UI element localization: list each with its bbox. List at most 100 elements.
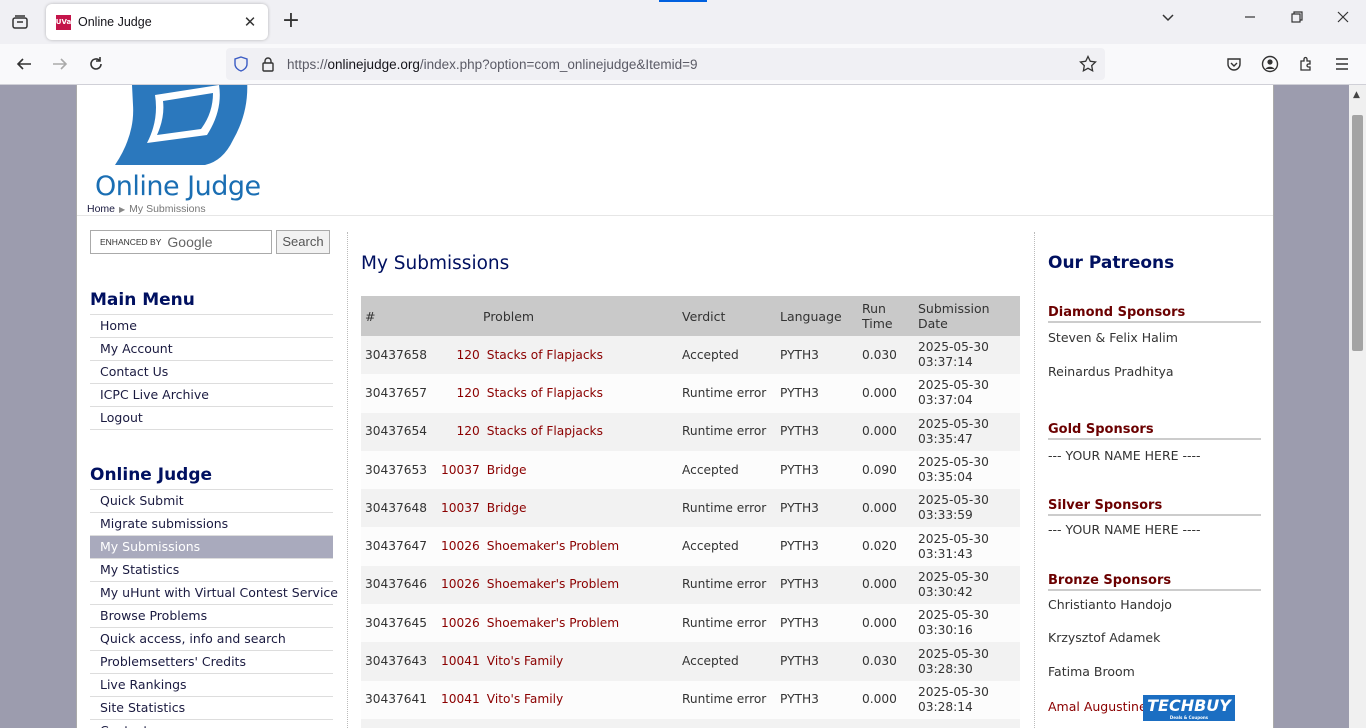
scrollbar-thumb[interactable]: [1352, 115, 1363, 351]
header-submission-date: Submission Date: [914, 296, 1020, 336]
cell-submission-date: 2025-05-30 03:30:16: [914, 604, 1020, 643]
cell-verdict: Runtime error: [678, 604, 776, 643]
lock-icon[interactable]: [261, 56, 275, 72]
menu-hamburger-icon[interactable]: [1329, 52, 1355, 76]
cell-problem-name[interactable]: Vito's Family: [482, 642, 678, 681]
cell-problem-number[interactable]: 10041: [437, 642, 483, 681]
minimize-icon[interactable]: [1238, 10, 1262, 28]
cell-problem-number[interactable]: 10037: [437, 450, 483, 490]
menu-item-uhunt[interactable]: My uHunt with Virtual Contest Service: [90, 582, 338, 605]
submissions-body: 30437658 120 Stacks of Flapjacks Accepted PY…: [361, 336, 1020, 728]
window-close-icon[interactable]: [1331, 10, 1355, 28]
cell-problem-name[interactable]: Bridge: [482, 489, 678, 528]
menu-item-browse-problems[interactable]: Browse Problems: [90, 605, 333, 628]
menu-item-contests[interactable]: Contests: [90, 720, 333, 728]
menu-item-quick-access[interactable]: Quick access, info and search: [90, 628, 333, 651]
cell-problem-name[interactable]: Vito's Family: [482, 680, 678, 719]
cell-problem-name[interactable]: Shoemaker's Problem: [482, 604, 678, 643]
google-search-input[interactable]: ENHANCED BY Google: [90, 230, 272, 254]
cell-problem-name[interactable]: Stacks of Flapjacks: [482, 412, 678, 451]
forward-arrow-icon[interactable]: [47, 52, 73, 76]
cell-problem-name[interactable]: [482, 718, 678, 728]
pocket-icon[interactable]: [1221, 52, 1247, 76]
browser-tab-bar: UVa Online Judge ✕ +: [0, 0, 1366, 44]
cell-problem-name[interactable]: Shoemaker's Problem: [482, 565, 678, 605]
cell-submission-date: 2025-05-30 03:37:14: [914, 336, 1020, 375]
menu-item-site-statistics[interactable]: Site Statistics: [90, 697, 333, 720]
menu-item-problemsetters-credits[interactable]: Problemsetters' Credits: [90, 651, 333, 674]
reload-icon[interactable]: [83, 52, 109, 76]
extensions-icon[interactable]: [1293, 52, 1319, 76]
cell-verdict: Accepted: [678, 450, 776, 490]
page-title: My Submissions: [361, 253, 510, 274]
cell-run-time: 0.000: [858, 680, 914, 719]
tracking-shield-icon[interactable]: [233, 56, 249, 72]
cell-language: PYTH3: [776, 489, 858, 528]
account-icon[interactable]: [1257, 52, 1283, 76]
chevron-down-icon[interactable]: [1156, 10, 1180, 28]
address-bar[interactable]: https://onlinejudge.org/index.php?option…: [226, 48, 1105, 80]
tab-title: Online Judge: [78, 15, 152, 29]
bronze-sponsor-link[interactable]: Amal Augustine: [1048, 699, 1147, 714]
cell-problem-number[interactable]: 10026: [437, 527, 483, 566]
cell-submission-date: 2025-05-30 03:31:43: [914, 527, 1020, 566]
cell-problem-number[interactable]: 120: [437, 412, 483, 451]
cell-run-time: 0.000: [858, 604, 914, 643]
menu-item-logout[interactable]: Logout: [90, 407, 333, 430]
cell-submission-date: 2025-05-30 03:30:42: [914, 565, 1020, 605]
cell-problem-number[interactable]: [437, 718, 483, 728]
menu-item-my-submissions[interactable]: My Submissions: [90, 536, 333, 559]
scroll-up-arrow-icon[interactable]: ▲: [1353, 90, 1360, 100]
diamond-sponsors-title: Diamond Sponsors: [1048, 305, 1261, 323]
menu-item-my-account[interactable]: My Account: [90, 338, 333, 361]
silver-sponsor: --- YOUR NAME HERE ----: [1048, 522, 1201, 537]
breadcrumb-home-link[interactable]: Home: [87, 203, 115, 215]
cell-problem-name[interactable]: Stacks of Flapjacks: [482, 374, 678, 413]
breadcrumb-current: My Submissions: [129, 203, 206, 215]
table-row: 30437645 10026 Shoemaker's Problem Runtime …: [361, 604, 1020, 643]
menu-item-contact-us[interactable]: Contact Us: [90, 361, 333, 384]
page-scrollbar[interactable]: ▲: [1349, 85, 1366, 728]
cell-problem-name[interactable]: Stacks of Flapjacks: [482, 336, 678, 375]
cell-problem-name[interactable]: Bridge: [482, 450, 678, 490]
url-text[interactable]: https://onlinejudge.org/index.php?option…: [287, 57, 1079, 72]
cell-language: PYTH3: [776, 604, 858, 643]
cell-submission-id: 30437658: [361, 336, 437, 375]
cell-run-time: 0.030: [858, 336, 914, 375]
table-row: 2025-05-30: [361, 718, 1020, 728]
cell-problem-number[interactable]: 10037: [437, 489, 483, 528]
menu-item-quick-submit[interactable]: Quick Submit: [90, 490, 333, 513]
table-row: 30437641 10041 Vito's Family Runtime error P…: [361, 680, 1020, 719]
bronze-sponsor: Christianto Handojo: [1048, 597, 1172, 612]
menu-item-icpc-live-archive[interactable]: ICPC Live Archive: [90, 384, 333, 407]
menu-item-home[interactable]: Home: [90, 315, 333, 338]
table-row: 30437654 120 Stacks of Flapjacks Runtime er…: [361, 412, 1020, 451]
cell-verdict: Accepted: [678, 336, 776, 375]
cell-problem-number[interactable]: 120: [437, 336, 483, 375]
header-id: #: [361, 296, 437, 336]
back-arrow-icon[interactable]: [11, 52, 37, 76]
cell-problem-number[interactable]: 120: [437, 374, 483, 413]
header-verdict: Verdict: [678, 296, 776, 336]
menu-item-migrate-submissions[interactable]: Migrate submissions: [90, 513, 333, 536]
tab-close-icon[interactable]: ✕: [240, 13, 260, 31]
online-judge-logo[interactable]: [95, 85, 255, 185]
cell-language: PYTH3: [776, 450, 858, 490]
browser-tab[interactable]: UVa Online Judge ✕: [46, 4, 268, 40]
tab-list-icon[interactable]: [8, 11, 32, 33]
cell-verdict: [678, 718, 776, 728]
cell-submission-id: 30437653: [361, 450, 437, 490]
restore-icon[interactable]: [1285, 10, 1309, 28]
submissions-table: # Problem Verdict Language Run Time Submi…: [361, 296, 1020, 728]
search-button[interactable]: Search: [276, 230, 330, 254]
cell-problem-number[interactable]: 10026: [437, 604, 483, 643]
menu-item-live-rankings[interactable]: Live Rankings: [90, 674, 333, 697]
cell-problem-number[interactable]: 10041: [437, 680, 483, 719]
menu-item-my-statistics[interactable]: My Statistics: [90, 559, 333, 582]
cell-problem-number[interactable]: 10026: [437, 565, 483, 605]
patreons-title: Our Patreons: [1048, 253, 1175, 273]
cell-problem-name[interactable]: Shoemaker's Problem: [482, 527, 678, 566]
new-tab-button[interactable]: +: [278, 9, 304, 35]
bookmark-star-icon[interactable]: [1079, 55, 1097, 73]
techbuy-logo[interactable]: TECHBUY Deals & Coupons: [1143, 695, 1235, 721]
